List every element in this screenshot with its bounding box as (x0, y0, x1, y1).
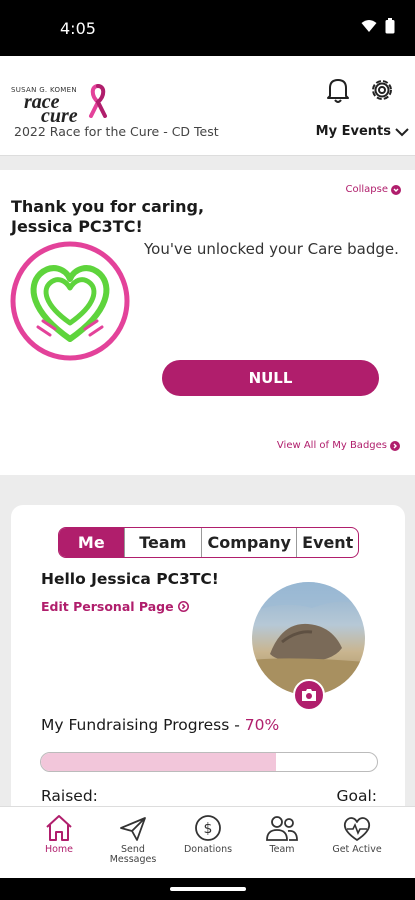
null-button[interactable]: NULL (162, 360, 379, 396)
gear-icon[interactable] (368, 76, 396, 104)
tab-company[interactable]: Company (202, 528, 298, 557)
care-badge-icon (10, 241, 130, 361)
tab-me[interactable]: Me (59, 528, 125, 557)
nav-get-active[interactable]: Get Active (322, 808, 392, 855)
fundraising-progress-bar (40, 752, 378, 772)
fundraising-label-text: My Fundraising Progress - (41, 716, 245, 734)
wifi-icon (361, 20, 377, 32)
collapse-label: Collapse (345, 184, 389, 195)
dollar-coin-icon: $ (195, 815, 221, 841)
nav-home-label: Home (44, 844, 74, 855)
badge-title: Thank you for caring, Jessica PC3TC! (11, 197, 205, 236)
edit-personal-page-label: Edit Personal Page (41, 599, 174, 614)
nav-get-active-label: Get Active (332, 844, 382, 855)
heart-pulse-icon (343, 817, 371, 841)
pink-ribbon-icon (89, 84, 107, 118)
event-name: 2022 Race for the Cure - CD Test (14, 124, 219, 139)
fundraising-progress-fill (41, 753, 277, 771)
status-time: 4:05 (60, 19, 96, 38)
circle-arrow-right-icon (177, 601, 189, 612)
status-bar: 4:05 (0, 0, 415, 56)
battery-icon (385, 18, 395, 34)
raised-label: Raised: (41, 787, 98, 805)
scope-tabs: Me Team Company Event (58, 527, 359, 558)
greeting: Hello Jessica PC3TC! (41, 570, 219, 588)
nav-team-label: Team (269, 844, 295, 855)
nav-donations[interactable]: $ Donations (173, 808, 243, 855)
unlock-message: You've unlocked your Care badge. (144, 240, 399, 258)
nav-donations-label: Donations (183, 844, 233, 855)
my-events-dropdown[interactable]: My Events (316, 124, 409, 139)
my-events-label: My Events (315, 124, 391, 139)
nav-home[interactable]: Home (24, 808, 94, 855)
view-all-badges-link[interactable]: View All of My Badges (277, 440, 400, 451)
home-icon (46, 815, 72, 841)
bell-icon[interactable] (325, 76, 351, 104)
nav-send-messages[interactable]: Send Messages (98, 808, 168, 865)
chevron-down-icon (395, 127, 409, 136)
goal-label: Goal: (336, 787, 377, 805)
collapse-link[interactable]: Collapse (345, 184, 401, 195)
circle-arrow-right-icon (390, 440, 400, 451)
fundraising-progress-label: My Fundraising Progress - 70% (41, 716, 279, 734)
change-photo-button[interactable] (293, 679, 325, 711)
fundraising-percent: 70% (244, 716, 280, 734)
circle-arrow-icon (391, 184, 401, 195)
race-for-the-cure-logo[interactable]: SUSAN G. KOMEN race cure (11, 82, 111, 127)
gesture-handle[interactable] (170, 887, 246, 891)
svg-text:$: $ (204, 821, 213, 837)
edit-personal-page-link[interactable]: Edit Personal Page (41, 599, 189, 614)
paper-plane-icon (120, 817, 146, 841)
tab-event[interactable]: Event (297, 528, 358, 557)
nav-team[interactable]: Team (247, 808, 317, 855)
tab-team[interactable]: Team (125, 528, 203, 557)
camera-icon (302, 689, 316, 701)
nav-send-messages-label: Send Messages (109, 844, 157, 865)
view-all-badges-label: View All of My Badges (276, 440, 387, 451)
status-icons (361, 18, 395, 34)
team-icon (266, 816, 298, 841)
